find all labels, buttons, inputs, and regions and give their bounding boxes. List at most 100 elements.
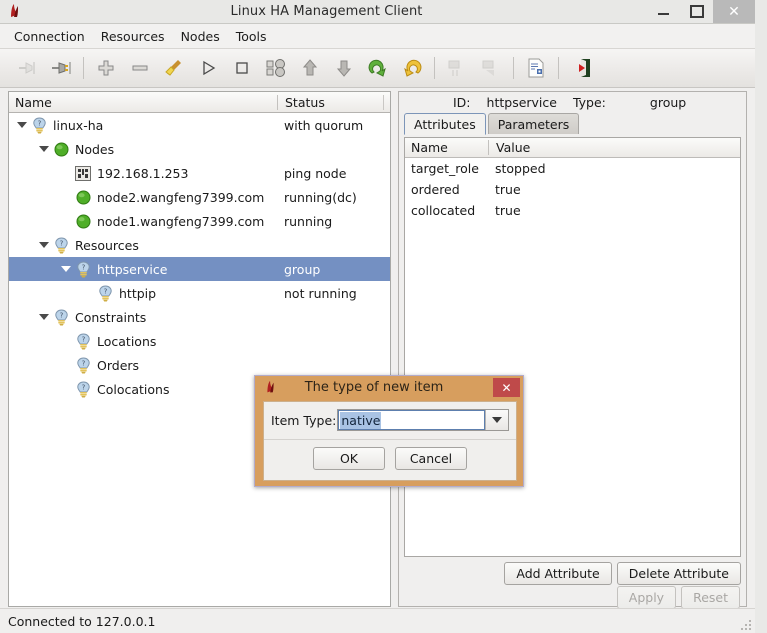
ok-button[interactable]: OK — [313, 447, 385, 470]
connect-icon[interactable] — [44, 53, 78, 83]
type-value: group — [649, 94, 687, 110]
disconnect-icon[interactable] — [10, 53, 44, 83]
tree-row[interactable]: ? Resources — [9, 233, 390, 257]
ping-node-icon — [73, 164, 93, 182]
remove-icon[interactable] — [123, 53, 157, 83]
item-type-input[interactable]: native — [338, 410, 485, 430]
minimize-button[interactable] — [647, 0, 680, 23]
chevron-down-icon[interactable] — [37, 310, 51, 324]
tab-attributes[interactable]: Attributes — [404, 113, 486, 135]
migrate-icon[interactable] — [361, 53, 395, 83]
desktop-background — [755, 0, 767, 633]
resize-grip[interactable] — [739, 618, 751, 630]
tree-row[interactable]: ? httpip not running — [9, 281, 390, 305]
window-controls: ✕ — [647, 0, 755, 23]
bulb-icon: ? — [73, 260, 93, 278]
dialog-close-button[interactable]: ✕ — [493, 378, 520, 397]
attr-column-header-name[interactable]: Name — [405, 140, 488, 155]
move-up-icon[interactable] — [293, 53, 327, 83]
apply-reset-row: Apply Reset — [399, 586, 746, 609]
tree-row[interactable]: ? Orders — [9, 353, 390, 377]
delete-attribute-button[interactable]: Delete Attribute — [616, 561, 741, 585]
title-bar: Linux HA Management Client ✕ — [0, 0, 755, 24]
stop-icon[interactable] — [225, 53, 259, 83]
manage-icon[interactable] — [259, 53, 293, 83]
svg-text:?: ? — [81, 263, 85, 271]
tree-row[interactable]: Nodes — [9, 137, 390, 161]
chevron-down-icon[interactable] — [59, 262, 73, 276]
item-type-combobox[interactable]: native — [337, 409, 509, 431]
menu-tools[interactable]: Tools — [228, 26, 275, 47]
tree-row-status: ping node — [284, 165, 347, 181]
bulb-icon: ? — [73, 332, 93, 350]
tree-row-name-cell: ? linux-ha — [9, 116, 277, 134]
tree-row[interactable]: ? linux-ha with quorum — [9, 113, 390, 137]
svg-text:?: ? — [37, 119, 41, 127]
unmigrate-icon[interactable] — [395, 53, 429, 83]
chevron-down-icon[interactable] — [37, 142, 51, 156]
start-icon[interactable] — [191, 53, 225, 83]
cleanup-broom-icon[interactable] — [157, 53, 191, 83]
chevron-down-icon[interactable] — [485, 410, 508, 430]
add-icon[interactable] — [89, 53, 123, 83]
table-row[interactable]: ordered true — [405, 179, 740, 200]
attribute-buttons: Add Attribute Delete Attribute — [404, 560, 741, 586]
standby-icon[interactable] — [440, 53, 474, 83]
detail-tabs: Attributes Parameters — [399, 112, 746, 135]
attribute-value: true — [495, 182, 521, 197]
tree-row-status: group — [284, 261, 321, 277]
column-header-status[interactable]: Status — [277, 94, 384, 110]
tree-rows: ? linux-ha with quorum Nodes 192.168.1.253 pi… — [9, 113, 390, 401]
move-down-icon[interactable] — [327, 53, 361, 83]
maximize-button[interactable] — [680, 0, 713, 23]
table-row[interactable]: collocated true — [405, 200, 740, 221]
chevron-down-icon[interactable] — [37, 238, 51, 252]
tree-row-label: Constraints — [75, 309, 147, 325]
column-header-name[interactable]: Name — [9, 95, 277, 110]
close-button[interactable]: ✕ — [713, 0, 755, 23]
reset-button[interactable]: Reset — [681, 586, 740, 609]
add-attribute-button[interactable]: Add Attribute — [504, 561, 612, 585]
svg-text:?: ? — [81, 359, 85, 367]
tree-row-label: Colocations — [97, 381, 170, 397]
cib-document-icon[interactable] — [519, 53, 553, 83]
menu-resources[interactable]: Resources — [93, 26, 173, 47]
main-content: Name Status ? linux-ha with quorum Nodes 192… — [0, 88, 755, 611]
tree-row[interactable]: node2.wangfeng7399.com running(dc) — [9, 185, 390, 209]
menu-connection[interactable]: Connection — [6, 26, 93, 47]
resource-identity-row: ID: httpservice Type: group — [399, 92, 746, 112]
menu-bar: Connection Resources Nodes Tools — [0, 24, 755, 49]
item-type-label: Item Type: — [271, 412, 337, 428]
attribute-name: ordered — [411, 182, 460, 197]
tree-row-name-cell: ? Resources — [9, 236, 277, 254]
tree-row[interactable]: ? httpservice group — [9, 257, 390, 281]
table-row[interactable]: target_role stopped — [405, 158, 740, 179]
toolbar-separator — [558, 57, 559, 79]
twisty-placeholder — [59, 190, 73, 204]
green-ball-icon — [51, 140, 71, 158]
dialog-content: Item Type: native OK Cancel — [263, 401, 517, 481]
svg-text:?: ? — [59, 311, 63, 319]
apply-button[interactable]: Apply — [616, 586, 677, 609]
exit-icon[interactable] — [564, 53, 598, 83]
tree-row-name-cell: ? Orders — [9, 356, 277, 374]
twisty-placeholder — [81, 286, 95, 300]
toolbar-separator — [434, 57, 435, 79]
item-type-field-row: Item Type: native — [264, 402, 516, 431]
status-text: Connected to 127.0.0.1 — [8, 613, 156, 629]
tree-row[interactable]: ? Constraints — [9, 305, 390, 329]
tree-row-status: with quorum — [284, 117, 364, 133]
chevron-down-icon[interactable] — [15, 118, 29, 132]
tree-row[interactable]: 192.168.1.253 ping node — [9, 161, 390, 185]
attribute-value: true — [495, 203, 521, 218]
twisty-placeholder — [59, 382, 73, 396]
tree-row[interactable]: node1.wangfeng7399.com running — [9, 209, 390, 233]
attr-column-header-value[interactable]: Value — [488, 140, 740, 155]
tree-row[interactable]: ? Locations — [9, 329, 390, 353]
type-label: Type: — [572, 94, 606, 110]
cancel-button[interactable]: Cancel — [395, 447, 467, 470]
active-icon[interactable] — [474, 53, 508, 83]
menu-nodes[interactable]: Nodes — [173, 26, 228, 47]
cluster-tree-panel: Name Status ? linux-ha with quorum Nodes 192… — [8, 91, 391, 607]
tab-parameters[interactable]: Parameters — [487, 113, 580, 134]
